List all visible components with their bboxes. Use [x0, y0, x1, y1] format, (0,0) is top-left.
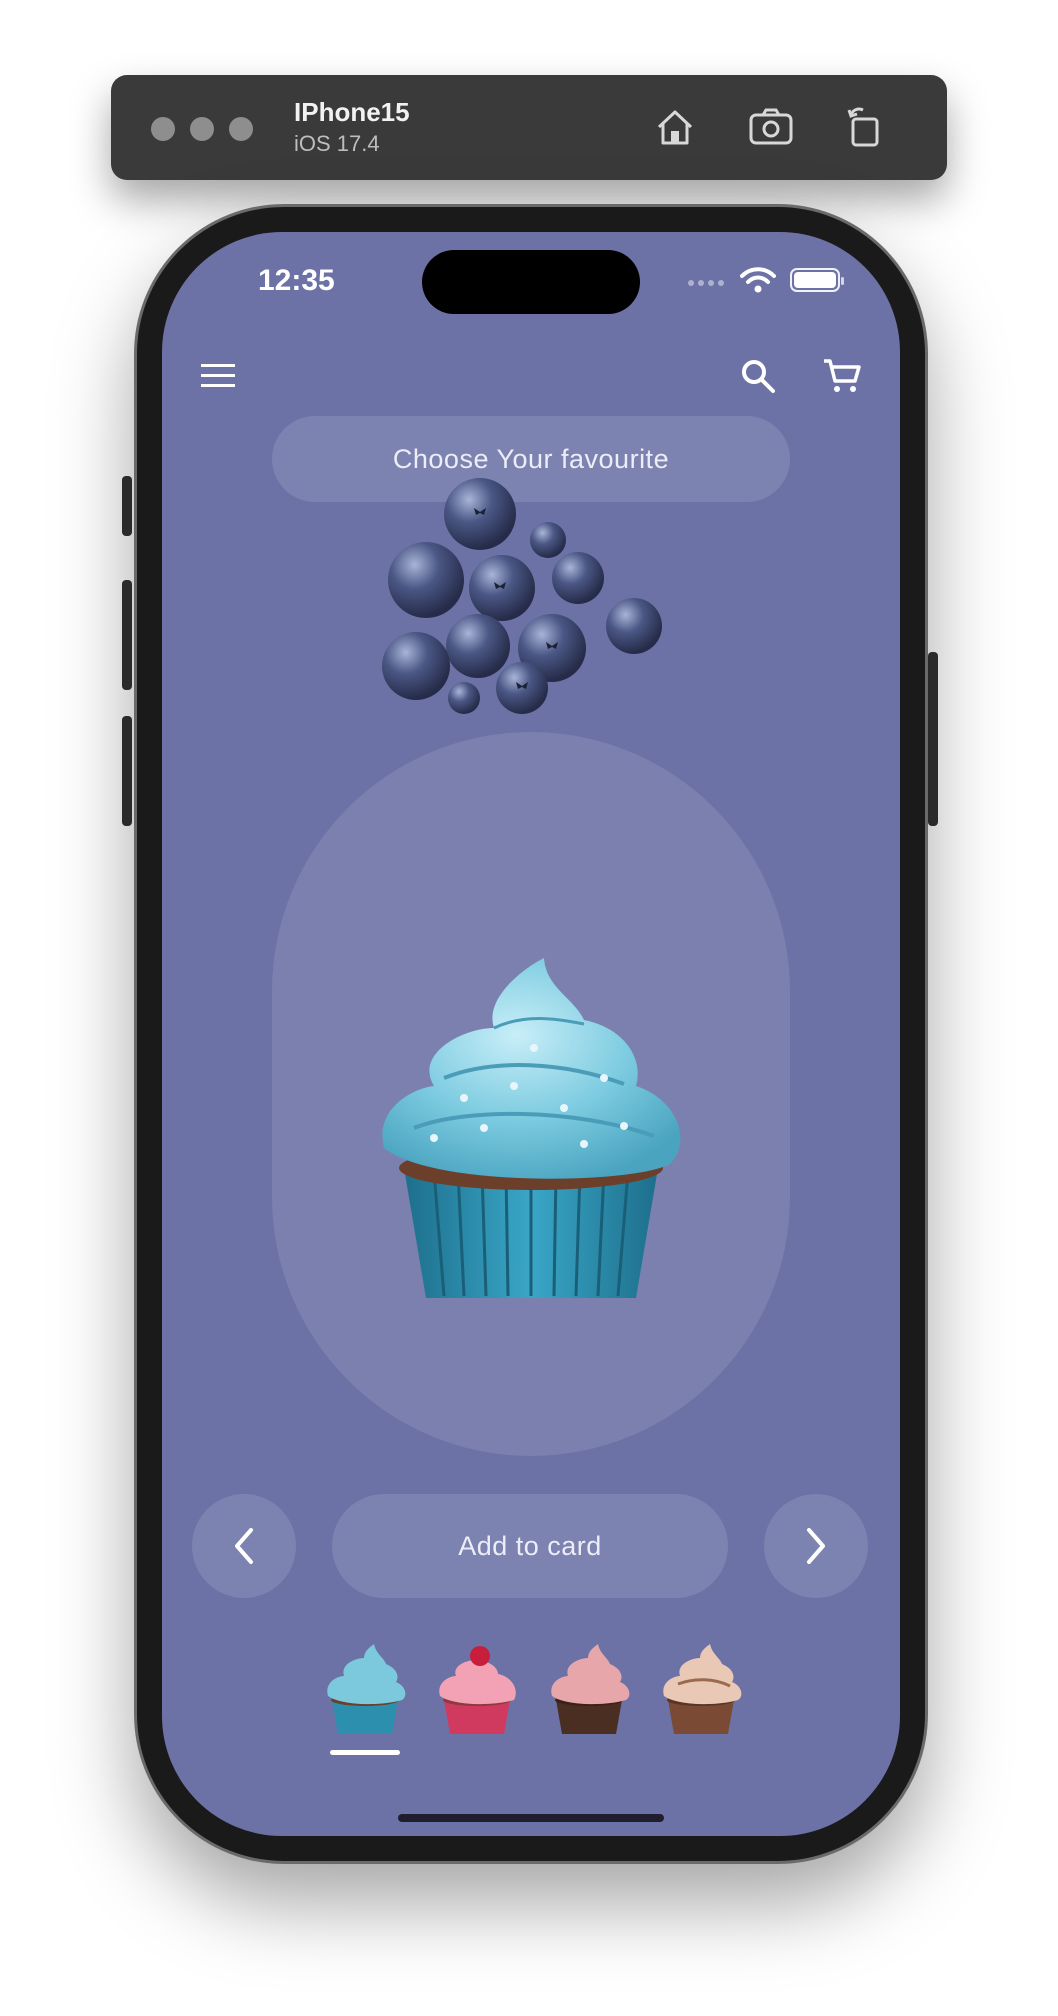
wifi-icon	[740, 267, 776, 293]
cart-icon	[824, 359, 861, 392]
blueberries-image	[382, 478, 662, 714]
volume-down-button	[122, 716, 132, 826]
thumbnail-pink-cupcake[interactable]	[434, 1644, 520, 1736]
volume-up-button	[122, 580, 132, 690]
dynamic-island	[422, 250, 640, 314]
add-to-card-button[interactable]: Add to card	[332, 1494, 728, 1598]
search-icon	[742, 360, 775, 393]
menu-button[interactable]	[190, 348, 246, 404]
battery-icon	[790, 268, 844, 292]
thumbnail-blue-cupcake[interactable]	[322, 1644, 408, 1736]
cellular-signal-icon	[688, 274, 726, 286]
window-minimize-dot[interactable]	[190, 117, 214, 141]
chevron-left-icon	[235, 1528, 253, 1564]
menu-icon	[201, 364, 235, 387]
chevron-right-icon	[807, 1528, 825, 1564]
home-indicator[interactable]	[398, 1814, 664, 1822]
next-button[interactable]	[764, 1494, 868, 1598]
add-to-card-label: Add to card	[458, 1530, 602, 1561]
selected-thumbnail-indicator	[330, 1750, 400, 1755]
page-title-text: Choose Your favourite	[392, 443, 670, 474]
thumbnail-caramel-cupcake[interactable]	[658, 1644, 744, 1736]
cart-button[interactable]	[814, 348, 870, 404]
action-button	[122, 476, 132, 536]
os-version: iOS 17.4	[294, 131, 380, 156]
rotate-icon[interactable]	[841, 103, 889, 151]
home-icon[interactable]	[651, 103, 699, 151]
status-time: 12:35	[258, 264, 335, 297]
power-button	[928, 652, 938, 826]
simulator-toolbar: IPhone15 iOS 17.4	[111, 75, 947, 180]
search-button[interactable]	[730, 348, 786, 404]
device-name: IPhone15	[294, 97, 410, 127]
window-close-dot[interactable]	[151, 117, 175, 141]
previous-button[interactable]	[192, 1494, 296, 1598]
app-screen: 12:35 Choose Your favourite Add to card	[162, 232, 900, 1836]
blue-cupcake-image[interactable]	[374, 958, 688, 1300]
window-zoom-dot[interactable]	[229, 117, 253, 141]
status-icons	[688, 262, 844, 298]
screenshot-icon[interactable]	[747, 103, 795, 151]
thumbnail-chocolate-cupcake[interactable]	[546, 1644, 632, 1736]
